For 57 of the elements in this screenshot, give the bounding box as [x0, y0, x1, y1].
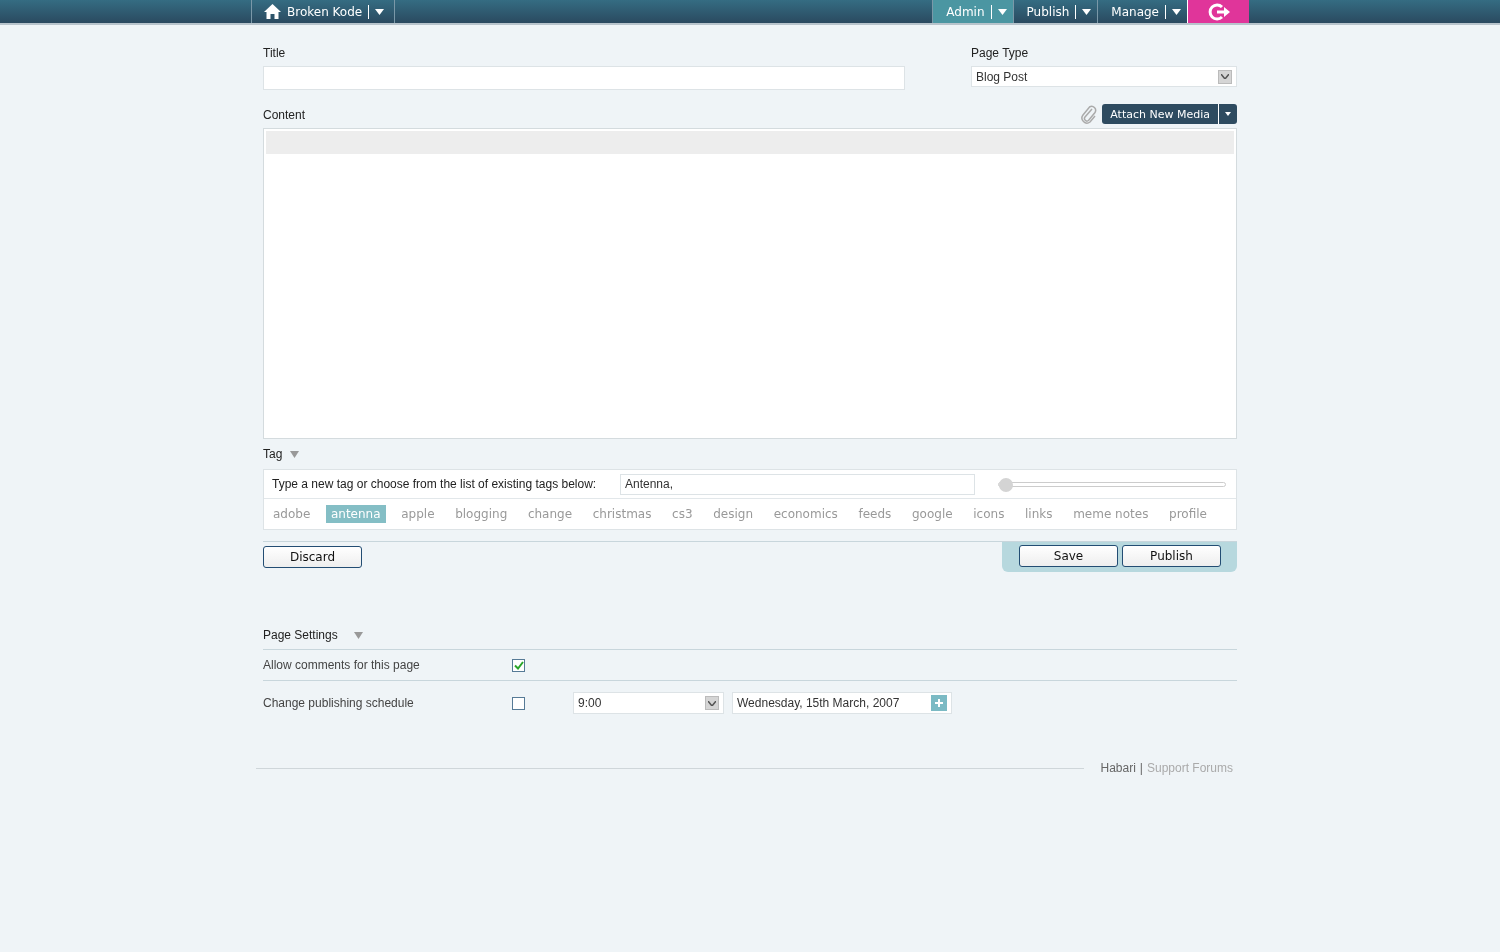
section-label: Tag: [263, 446, 283, 463]
home-icon: [264, 4, 281, 19]
tag-item[interactable]: profile: [1164, 505, 1212, 523]
slider-thumb[interactable]: [999, 477, 1013, 492]
tag-item[interactable]: change: [522, 505, 578, 523]
footer-separator: |: [1139, 760, 1143, 777]
logout-icon: [1206, 2, 1231, 21]
nav-menu[interactable]: Publish: [1012, 0, 1098, 23]
footer-brand: Habari: [1100, 760, 1136, 777]
tag-item[interactable]: adobe: [268, 505, 316, 523]
tag-item[interactable]: antenna: [325, 505, 386, 523]
paperclip-icon: [1080, 104, 1099, 124]
chevron-down-icon: [708, 700, 716, 706]
date-field[interactable]: Wednesday, 15th March, 2007: [732, 692, 952, 714]
setting-label: Change publishing schedule: [263, 695, 415, 712]
save-button[interactable]: Save: [1019, 545, 1118, 567]
setting-label: Allow comments for this page: [263, 657, 421, 674]
tag-item[interactable]: meme notes: [1068, 505, 1154, 523]
tag-item[interactable]: cs3: [667, 505, 698, 523]
tag-item[interactable]: design: [708, 505, 759, 523]
discard-button[interactable]: Discard: [263, 546, 362, 568]
attach-dropdown-button[interactable]: [1218, 104, 1237, 124]
logout-button[interactable]: [1187, 0, 1249, 23]
page-type-select[interactable]: Blog Post: [971, 66, 1237, 87]
footer-link[interactable]: Support Forums: [1146, 759, 1233, 777]
collapse-toggle-icon[interactable]: [353, 631, 363, 639]
collapse-toggle-icon[interactable]: [290, 450, 300, 458]
caret-icon: [375, 8, 385, 15]
caret-icon: [1082, 8, 1092, 15]
caret-icon: [1172, 8, 1181, 15]
checkbox[interactable]: [512, 696, 525, 710]
field-label: Content: [263, 107, 306, 124]
caret-icon: [1225, 111, 1231, 117]
plus-icon[interactable]: [931, 695, 947, 711]
site-name: Broken Kode: [287, 3, 363, 21]
title-field[interactable]: [263, 66, 905, 90]
tag-item[interactable]: icons: [968, 505, 1010, 523]
tag-item[interactable]: apple: [396, 505, 440, 523]
chevron-down-icon: [1221, 74, 1229, 79]
field-label: Title: [263, 45, 287, 62]
checkbox[interactable]: [512, 658, 525, 672]
section-label: Page Settings: [263, 627, 338, 644]
attach-media-button[interactable]: Attach New Media: [1102, 104, 1218, 124]
tag-item[interactable]: feeds: [853, 505, 897, 523]
site-menu[interactable]: Broken Kode: [251, 0, 396, 23]
nav-menu[interactable]: Admin: [932, 0, 1013, 23]
tag-item[interactable]: christmas: [587, 505, 657, 523]
caret-icon: [997, 8, 1007, 15]
tag-item[interactable]: links: [1020, 505, 1058, 523]
tag-item[interactable]: google: [906, 505, 958, 523]
time-select[interactable]: 9:00: [573, 692, 724, 714]
tag-item[interactable]: blogging: [450, 505, 513, 523]
field-label: Page Type: [971, 45, 1030, 62]
tag-field[interactable]: Antenna,: [620, 473, 975, 495]
publish-button[interactable]: Publish: [1122, 545, 1221, 567]
tag-instruction: Type a new tag or choose from the list of existing tags below:: [272, 476, 598, 493]
tag-item[interactable]: economics: [768, 505, 843, 523]
